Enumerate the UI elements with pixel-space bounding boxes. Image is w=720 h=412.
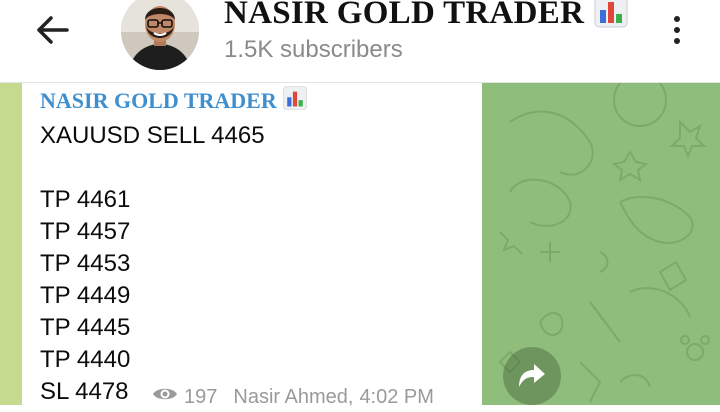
back-button[interactable]: [30, 10, 74, 50]
sender-name: NASIR GOLD TRADER: [40, 87, 277, 113]
subscriber-count: 1.5K subscribers: [224, 36, 403, 63]
take-profit-line: TP 4453: [40, 250, 131, 277]
channel-avatar[interactable]: [121, 0, 199, 70]
take-profit-line: TP 4445: [40, 314, 131, 341]
arrow-left-icon: [37, 16, 69, 44]
message-author: Nasir Ahmed,: [233, 385, 354, 408]
chat-header: NASIR GOLD TRADER 1.5K subscribers: [0, 0, 720, 83]
take-profit-line: TP 4440: [40, 346, 131, 373]
channel-title-row[interactable]: NASIR GOLD TRADER: [224, 0, 628, 33]
channel-title: NASIR GOLD TRADER: [224, 0, 585, 31]
eye-icon: [152, 385, 178, 409]
message-sender[interactable]: NASIR GOLD TRADER: [40, 86, 307, 115]
message-bubble[interactable]: NASIR GOLD TRADER XAUUSD SELL 4465 TP 44…: [22, 82, 482, 412]
stop-loss-line: SL 4478: [40, 378, 129, 405]
message-time: 4:02 PM: [359, 385, 434, 408]
more-menu-button[interactable]: [662, 8, 692, 52]
bar-chart-icon: [283, 86, 307, 115]
bar-chart-icon: [594, 0, 628, 33]
view-count: 197: [184, 385, 218, 408]
message-meta: 197 Nasir Ahmed, 4:02 PM: [152, 385, 434, 409]
take-profit-line: TP 4461: [40, 186, 131, 213]
forward-button[interactable]: [503, 347, 561, 405]
take-profit-line: TP 4457: [40, 218, 131, 245]
chat-background-left-edge: [0, 82, 22, 405]
more-vertical-icon: [674, 16, 680, 22]
share-arrow-icon: [519, 364, 545, 387]
take-profit-line: TP 4449: [40, 282, 131, 309]
signal-line: XAUUSD SELL 4465: [40, 122, 265, 149]
